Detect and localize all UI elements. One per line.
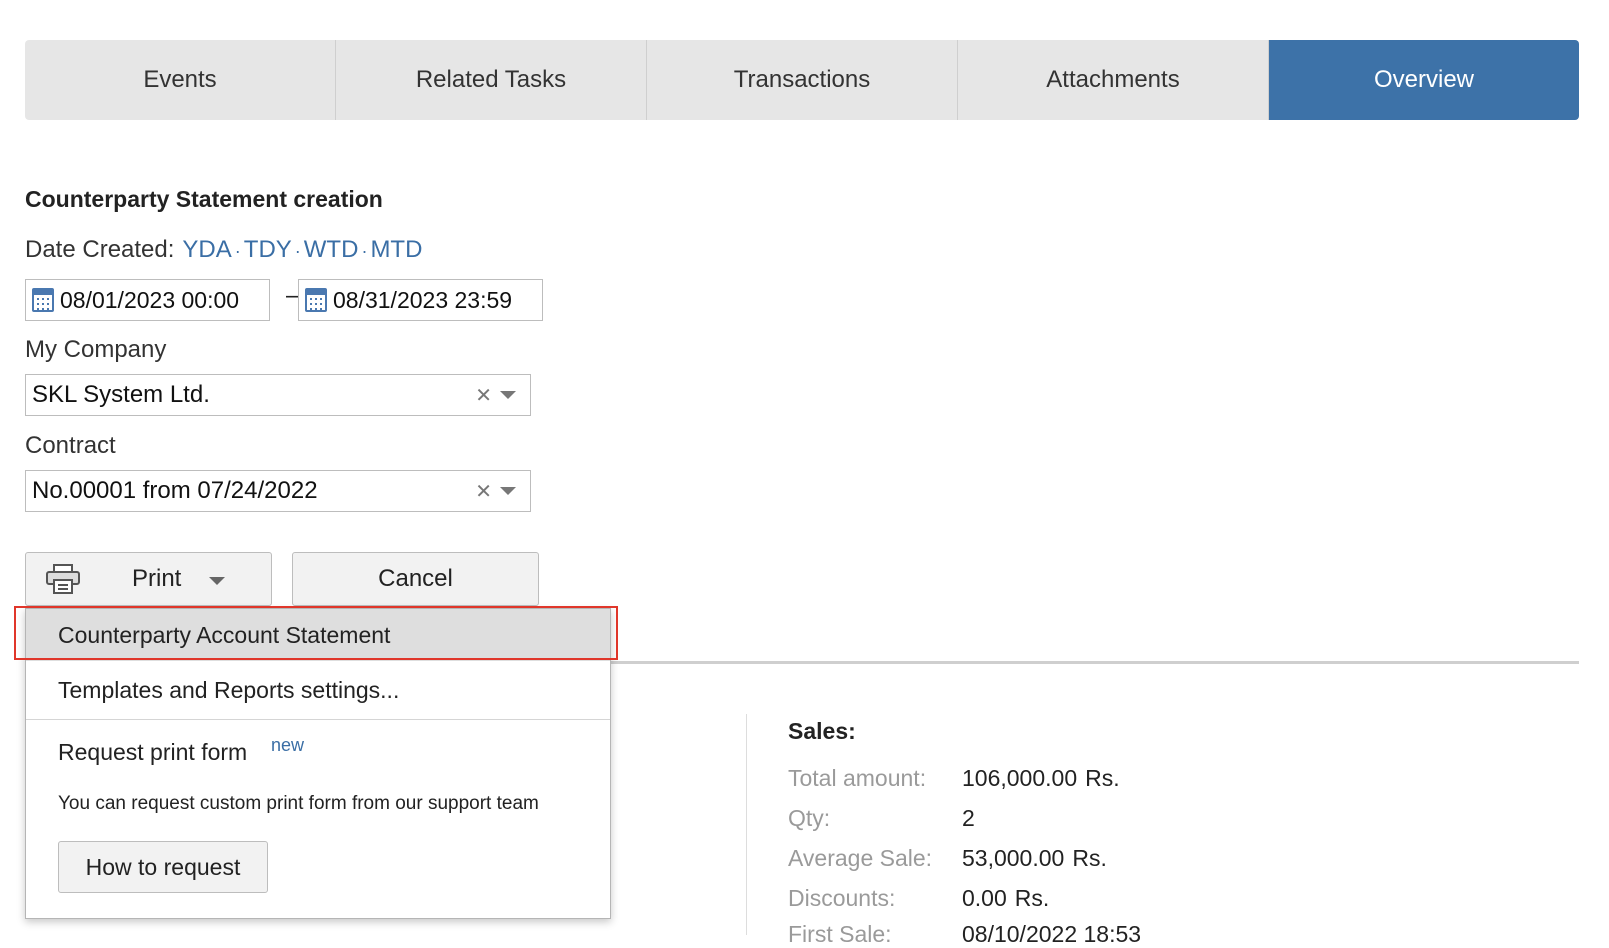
menu-item-counterparty-account-statement[interactable]: Counterparty Account Statement	[26, 609, 610, 661]
sales-row-value: 53,000.00	[962, 845, 1065, 871]
date-to-value: 08/31/2023 23:59	[333, 286, 513, 313]
sales-row: Qty: 2	[788, 805, 983, 832]
how-to-request-button[interactable]: How to request	[58, 841, 268, 893]
column-divider	[746, 714, 747, 935]
print-button-label: Print	[132, 565, 182, 592]
menu-item-templates-settings[interactable]: Templates and Reports settings...	[26, 661, 610, 719]
new-badge: new	[271, 735, 305, 755]
tab-transactions[interactable]: Transactions	[647, 40, 958, 120]
sales-row-label: Qty:	[788, 805, 831, 831]
sales-row: Discounts: 0.00 Rs.	[788, 885, 1049, 912]
calendar-icon[interactable]	[305, 288, 327, 312]
request-description: You can request custom print form from o…	[58, 793, 539, 814]
printer-icon	[46, 564, 80, 594]
sales-row-value: 106,000.00	[962, 765, 1078, 791]
contract-select[interactable]: No.00001 from 07/24/2022 ✕	[25, 470, 531, 512]
sales-row-unit: Rs.	[1085, 765, 1120, 791]
sales-row-value: 0.00	[962, 885, 1007, 911]
tab-related-tasks[interactable]: Related Tasks	[336, 40, 647, 120]
quick-link-wtd[interactable]: WTD	[304, 236, 359, 264]
request-print-form-link[interactable]: Request print form	[58, 739, 247, 766]
link-separator: ·	[294, 241, 301, 261]
company-select[interactable]: SKL System Ltd. ✕	[25, 374, 531, 416]
sales-row: Total amount: 106,000.00 Rs.	[788, 765, 1120, 792]
date-from-input[interactable]: 08/01/2023 00:00	[25, 279, 270, 321]
print-dropdown-menu: Counterparty Account Statement Templates…	[25, 608, 611, 919]
sales-title: Sales:	[788, 718, 856, 744]
calendar-icon[interactable]	[32, 288, 54, 312]
form-title: Counterparty Statement creation	[25, 186, 383, 212]
clear-icon[interactable]: ✕	[475, 383, 492, 408]
sales-row-unit: Rs.	[1072, 845, 1107, 871]
contract-label: Contract	[25, 432, 116, 459]
company-value: SKL System Ltd.	[32, 381, 210, 408]
menu-divider	[26, 719, 610, 720]
date-to-input[interactable]: 08/31/2023 23:59	[298, 279, 543, 321]
date-created-row: Date Created: YDA · TDY · WTD · MTD	[25, 236, 422, 264]
tab-bar: Events Related Tasks Transactions Attach…	[25, 40, 1579, 120]
quick-link-tdy[interactable]: TDY	[244, 236, 292, 264]
link-separator: ·	[361, 241, 368, 261]
contract-value: No.00001 from 07/24/2022	[32, 477, 318, 504]
quick-link-mtd[interactable]: MTD	[370, 236, 422, 264]
print-button[interactable]: Print	[25, 552, 272, 606]
sales-row-value: 2	[962, 805, 975, 831]
cancel-button[interactable]: Cancel	[292, 552, 539, 606]
sales-row-unit: Rs.	[1014, 885, 1050, 911]
section-divider	[608, 661, 1579, 664]
tab-attachments[interactable]: Attachments	[958, 40, 1269, 120]
tab-events[interactable]: Events	[25, 40, 336, 120]
quick-link-yda[interactable]: YDA	[182, 236, 231, 264]
date-from-value: 08/01/2023 00:00	[60, 286, 240, 313]
sales-row: Average Sale: 53,000.00 Rs.	[788, 845, 1107, 872]
link-separator: ·	[234, 241, 241, 261]
chevron-down-icon[interactable]	[500, 391, 516, 399]
sales-row-label: Discounts:	[788, 885, 896, 911]
tab-overview[interactable]: Overview	[1269, 40, 1579, 120]
company-label: My Company	[25, 336, 167, 363]
clear-icon[interactable]: ✕	[475, 479, 492, 504]
chevron-down-icon[interactable]	[500, 487, 516, 495]
sales-row-label: Total amount:	[788, 765, 927, 791]
chevron-down-icon	[209, 577, 226, 585]
sales-row-label: Average Sale:	[788, 845, 933, 871]
date-created-label: Date Created:	[25, 236, 175, 263]
